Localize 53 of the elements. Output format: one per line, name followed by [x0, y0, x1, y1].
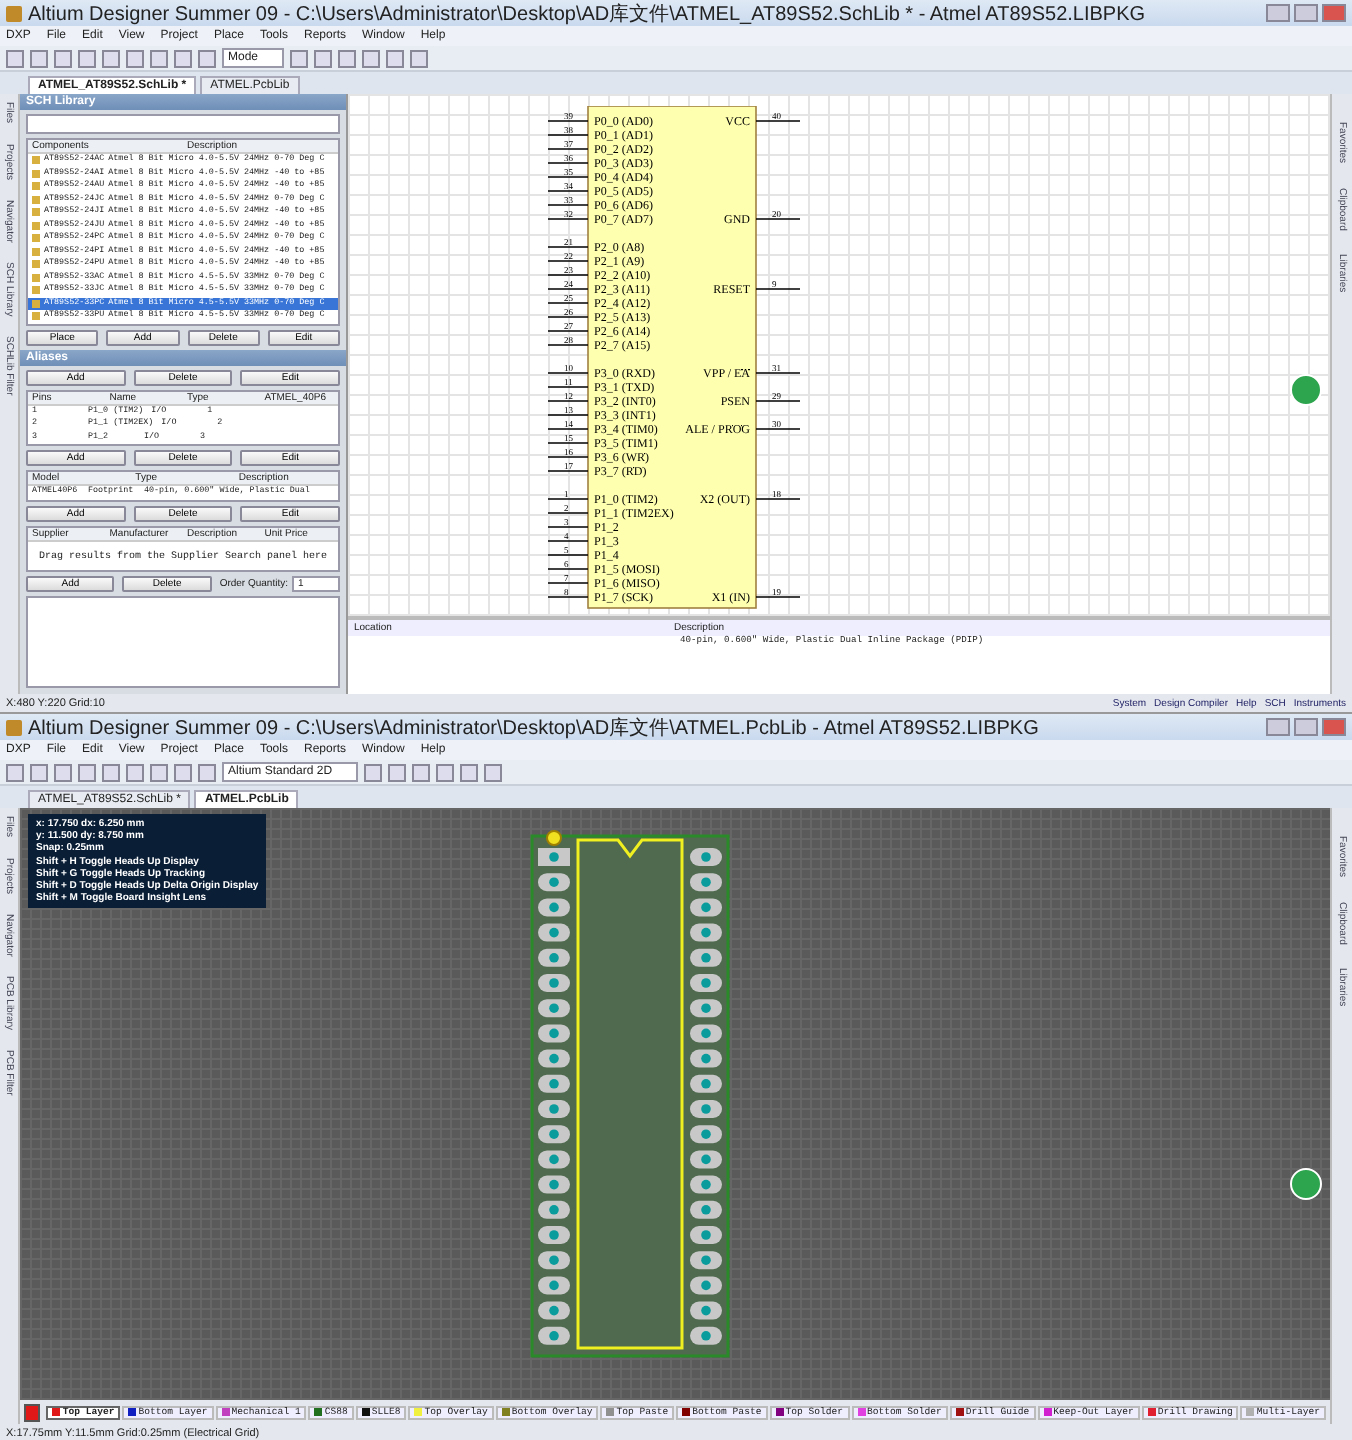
search-field[interactable] — [26, 114, 340, 134]
pin-line — [548, 554, 589, 556]
pin-line — [548, 316, 589, 318]
pin-line — [548, 372, 589, 374]
pin-line — [548, 400, 589, 402]
pin-line — [548, 386, 589, 388]
pin-line — [548, 582, 589, 584]
pin-line — [755, 400, 801, 402]
pin-line — [548, 498, 589, 500]
minimize-button[interactable] — [1266, 718, 1290, 736]
pin-line — [548, 414, 589, 416]
app-icon — [6, 5, 22, 21]
pin-line — [548, 470, 589, 472]
maximize-button[interactable] — [1294, 4, 1318, 22]
pin-line — [548, 428, 589, 430]
pin-line — [548, 218, 589, 220]
pin-line — [548, 540, 589, 542]
pin-line — [755, 288, 801, 290]
pad — [538, 848, 570, 866]
pin-line — [755, 498, 801, 500]
window-title: Altium Designer Summer 09 - C:\Users\Administrator\Desktop\AD库文件\ATMEL_AT89S52.SchLib * - Atmel AT89S52.LIBPKG — [28, 1, 1146, 26]
pin-line — [548, 302, 589, 304]
pin-line — [755, 428, 801, 430]
pin-line — [548, 526, 589, 528]
pin-line — [548, 162, 589, 164]
minimize-button[interactable] — [1266, 4, 1290, 22]
pin-line — [548, 330, 589, 332]
pin-line — [548, 274, 589, 276]
pin-line — [548, 456, 589, 458]
pin-line — [548, 120, 589, 122]
app-icon — [6, 719, 22, 735]
pin-line — [548, 190, 589, 192]
pin-line — [548, 512, 589, 514]
pin-line — [548, 134, 589, 136]
maximize-button[interactable] — [1294, 718, 1318, 736]
pin-line — [548, 246, 589, 248]
current-layer-swatch — [24, 1403, 41, 1421]
network-meter-icon — [1290, 1168, 1322, 1200]
pin-line — [548, 260, 589, 262]
pin-line — [548, 288, 589, 290]
window-title: Altium Designer Summer 09 - C:\Users\Administrator\Desktop\AD库文件\ATMEL.PcbLib - Atmel AT89S52.LIBPKG — [28, 715, 1039, 740]
pin-line — [755, 372, 801, 374]
network-meter-icon — [1290, 374, 1322, 406]
pin-line — [548, 596, 589, 598]
pin-line — [548, 204, 589, 206]
pin-line — [548, 176, 589, 178]
pin-line — [755, 218, 801, 220]
pin-line — [755, 120, 801, 122]
pin-line — [548, 568, 589, 570]
pin-line — [548, 148, 589, 150]
pin-line — [548, 442, 589, 444]
pin-line — [755, 596, 801, 598]
pin-line — [548, 344, 589, 346]
